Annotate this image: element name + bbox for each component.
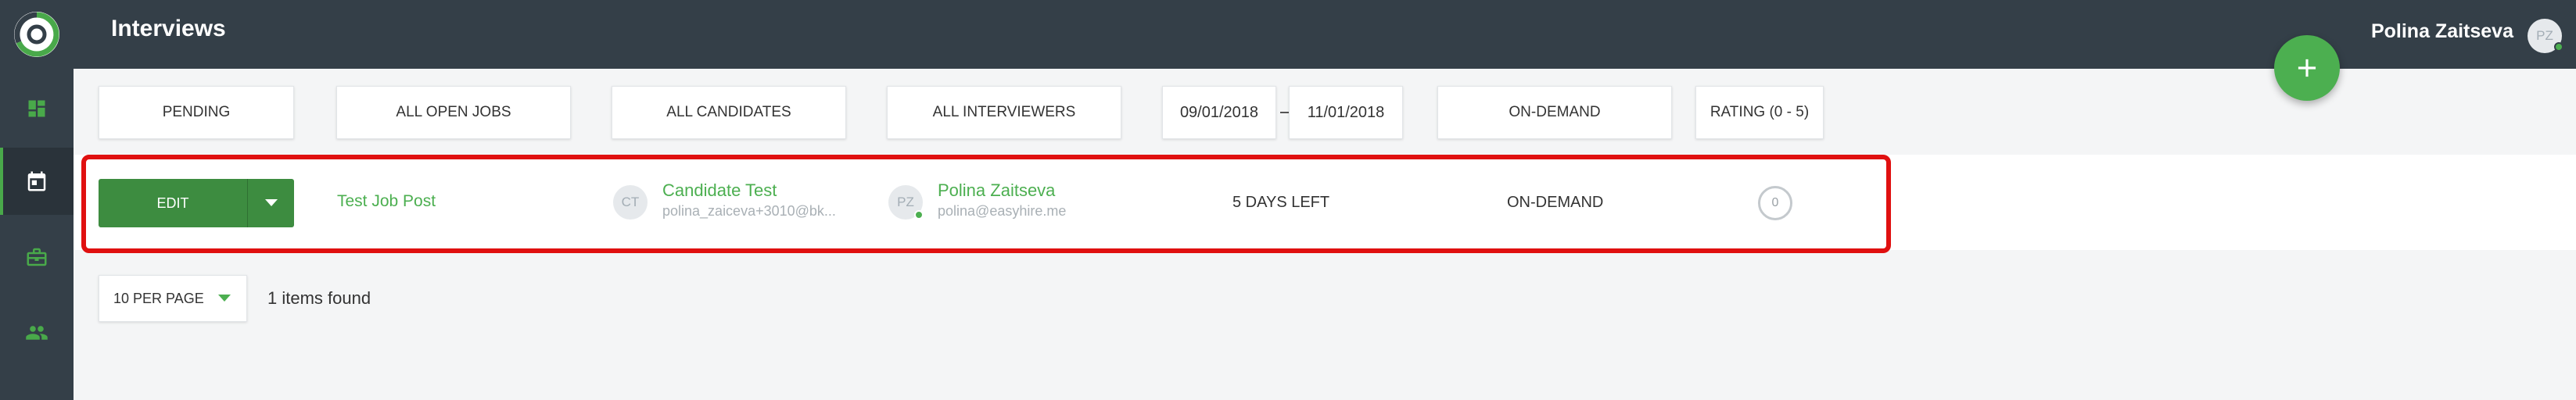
items-found-count: 1 items found bbox=[267, 288, 371, 308]
dashboard-icon bbox=[28, 100, 45, 117]
jobs-filter[interactable]: ALL OPEN JOBS bbox=[336, 86, 571, 139]
top-bar: Interviews Polina Zaitseva PZ bbox=[74, 0, 2576, 69]
sidebar-item-interviews[interactable] bbox=[0, 148, 74, 215]
date-to-input[interactable]: 11/01/2018 bbox=[1289, 86, 1403, 139]
status-filter[interactable]: PENDING bbox=[99, 86, 294, 139]
sidebar-item-jobs[interactable] bbox=[0, 223, 74, 291]
online-status-dot bbox=[2554, 42, 2563, 52]
per-page-select[interactable]: 10 PER PAGE bbox=[99, 275, 247, 322]
date-from-input[interactable]: 09/01/2018 bbox=[1162, 86, 1276, 139]
rating-filter[interactable]: RATING (0 - 5) bbox=[1695, 86, 1824, 139]
user-name[interactable]: Polina Zaitseva bbox=[2371, 20, 2513, 43]
logo-icon bbox=[14, 12, 59, 57]
add-interview-button[interactable] bbox=[2274, 35, 2340, 101]
candidates-filter[interactable]: ALL CANDIDATES bbox=[612, 86, 846, 139]
page-title: Interviews bbox=[111, 16, 226, 41]
sidebar bbox=[0, 0, 74, 400]
sidebar-item-dashboard[interactable] bbox=[0, 75, 74, 142]
caret-down-icon bbox=[218, 295, 231, 302]
type-filter[interactable]: ON-DEMAND bbox=[1437, 86, 1672, 139]
plus-icon bbox=[2298, 59, 2316, 77]
user-initials: PZ bbox=[2536, 28, 2553, 43]
calendar-icon bbox=[27, 171, 46, 191]
filter-bar: PENDING ALL OPEN JOBS ALL CANDIDATES ALL… bbox=[74, 69, 2576, 155]
people-icon bbox=[26, 326, 48, 340]
user-avatar[interactable]: PZ bbox=[2528, 19, 2563, 53]
interviewers-filter[interactable]: ALL INTERVIEWERS bbox=[887, 86, 1121, 139]
sidebar-item-candidates[interactable] bbox=[0, 299, 74, 366]
app-logo[interactable] bbox=[0, 0, 74, 69]
row-highlight-box bbox=[81, 155, 1891, 253]
per-page-value: 10 PER PAGE bbox=[113, 290, 204, 306]
briefcase-icon bbox=[27, 248, 47, 266]
